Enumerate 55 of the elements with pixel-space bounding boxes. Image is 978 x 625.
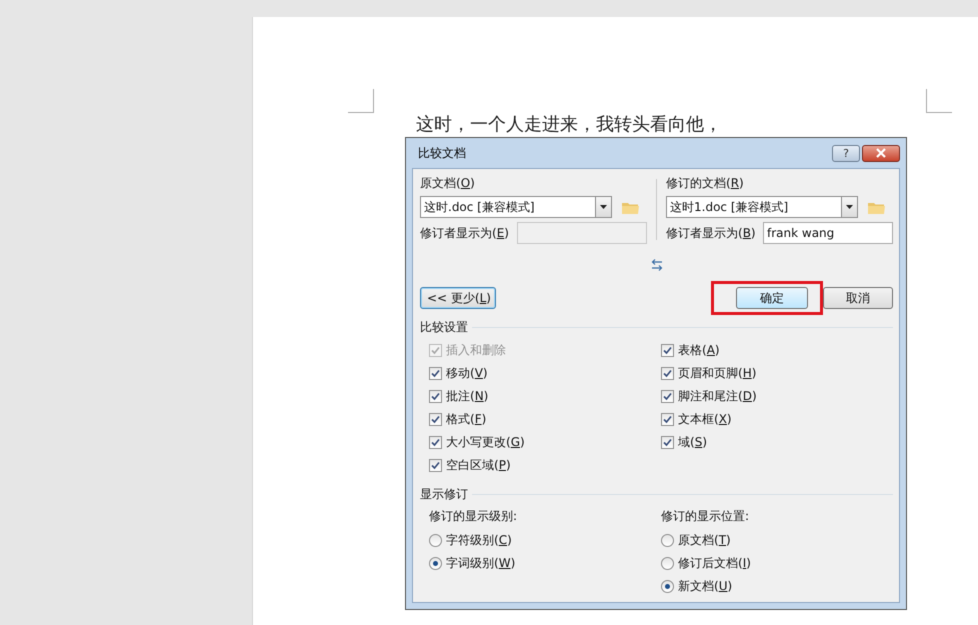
group-label: 修订的显示位置: bbox=[661, 508, 750, 525]
radio-label: 原文档(T) bbox=[678, 532, 731, 549]
cancel-button[interactable]: 取消 bbox=[823, 287, 893, 309]
checkbox[interactable] bbox=[661, 344, 674, 357]
dialog-title: 比较文档 bbox=[418, 144, 466, 162]
checkbox[interactable] bbox=[429, 459, 442, 472]
checkbox-label: 域(S) bbox=[678, 434, 707, 451]
checkbox-label: 空白区域(P) bbox=[446, 457, 511, 474]
author-field[interactable]: frank wang bbox=[763, 222, 893, 244]
checkbox[interactable] bbox=[429, 390, 442, 403]
checkbox-label: 大小写更改(G) bbox=[446, 434, 525, 451]
radio-button[interactable] bbox=[661, 580, 674, 593]
document-dropdown[interactable]: 这时1.doc [兼容模式] bbox=[666, 196, 858, 218]
checkbox-label: 文本框(X) bbox=[678, 411, 732, 428]
checkbox-label: 页眉和页脚(H) bbox=[678, 365, 756, 382]
checkbox[interactable] bbox=[661, 436, 674, 449]
radio-label: 新文档(U) bbox=[678, 578, 732, 595]
close-icon bbox=[875, 148, 887, 158]
radio-button[interactable] bbox=[661, 557, 674, 570]
radio-button[interactable] bbox=[429, 557, 442, 570]
document-label: 修订的文档(R) bbox=[666, 175, 745, 192]
checkbox-label: 插入和删除 bbox=[446, 342, 506, 359]
radio-button[interactable] bbox=[429, 534, 442, 547]
corner-mark-icon bbox=[348, 89, 374, 113]
document-text: 这时，一个人走进来，我转头看向他， bbox=[416, 114, 722, 135]
checkbox-label: 格式(F) bbox=[446, 411, 486, 428]
author-label: 修订者显示为(B) bbox=[666, 224, 756, 242]
checkbox[interactable] bbox=[661, 367, 674, 380]
checkbox-label: 移动(V) bbox=[446, 365, 488, 382]
document-dropdown[interactable]: 这时.doc [兼容模式] bbox=[420, 196, 612, 218]
section-title: 显示修订 bbox=[420, 486, 468, 503]
fewer-button[interactable]: << 更少(L) bbox=[420, 287, 496, 309]
radio-label: 字词级别(W) bbox=[446, 555, 516, 572]
caret-icon[interactable] bbox=[846, 205, 853, 209]
ok-button[interactable]: 确定 bbox=[736, 287, 808, 309]
checkbox[interactable] bbox=[661, 390, 674, 403]
help-button[interactable]: ? bbox=[832, 144, 860, 162]
corner-mark-icon bbox=[926, 89, 952, 113]
group-label: 修订的显示级别: bbox=[429, 508, 518, 525]
checkbox[interactable] bbox=[429, 367, 442, 380]
section-title: 比较设置 bbox=[420, 319, 468, 336]
swap-icon[interactable] bbox=[650, 258, 662, 272]
close-button[interactable] bbox=[862, 144, 900, 162]
checkbox[interactable] bbox=[661, 413, 674, 426]
author-label: 修订者显示为(E) bbox=[420, 224, 509, 242]
radio-label: 修订后文档(I) bbox=[678, 555, 751, 572]
checkbox-label: 脚注和尾注(D) bbox=[678, 388, 757, 405]
radio-button[interactable] bbox=[661, 534, 674, 547]
checkbox[interactable] bbox=[429, 413, 442, 426]
caret-icon[interactable] bbox=[600, 205, 607, 209]
radio-label: 字符级别(C) bbox=[446, 532, 512, 549]
checkbox-label: 批注(N) bbox=[446, 388, 488, 405]
document-label: 原文档(O) bbox=[420, 175, 476, 192]
checkbox-label: 表格(A) bbox=[678, 342, 720, 359]
checkbox[interactable] bbox=[429, 436, 442, 449]
